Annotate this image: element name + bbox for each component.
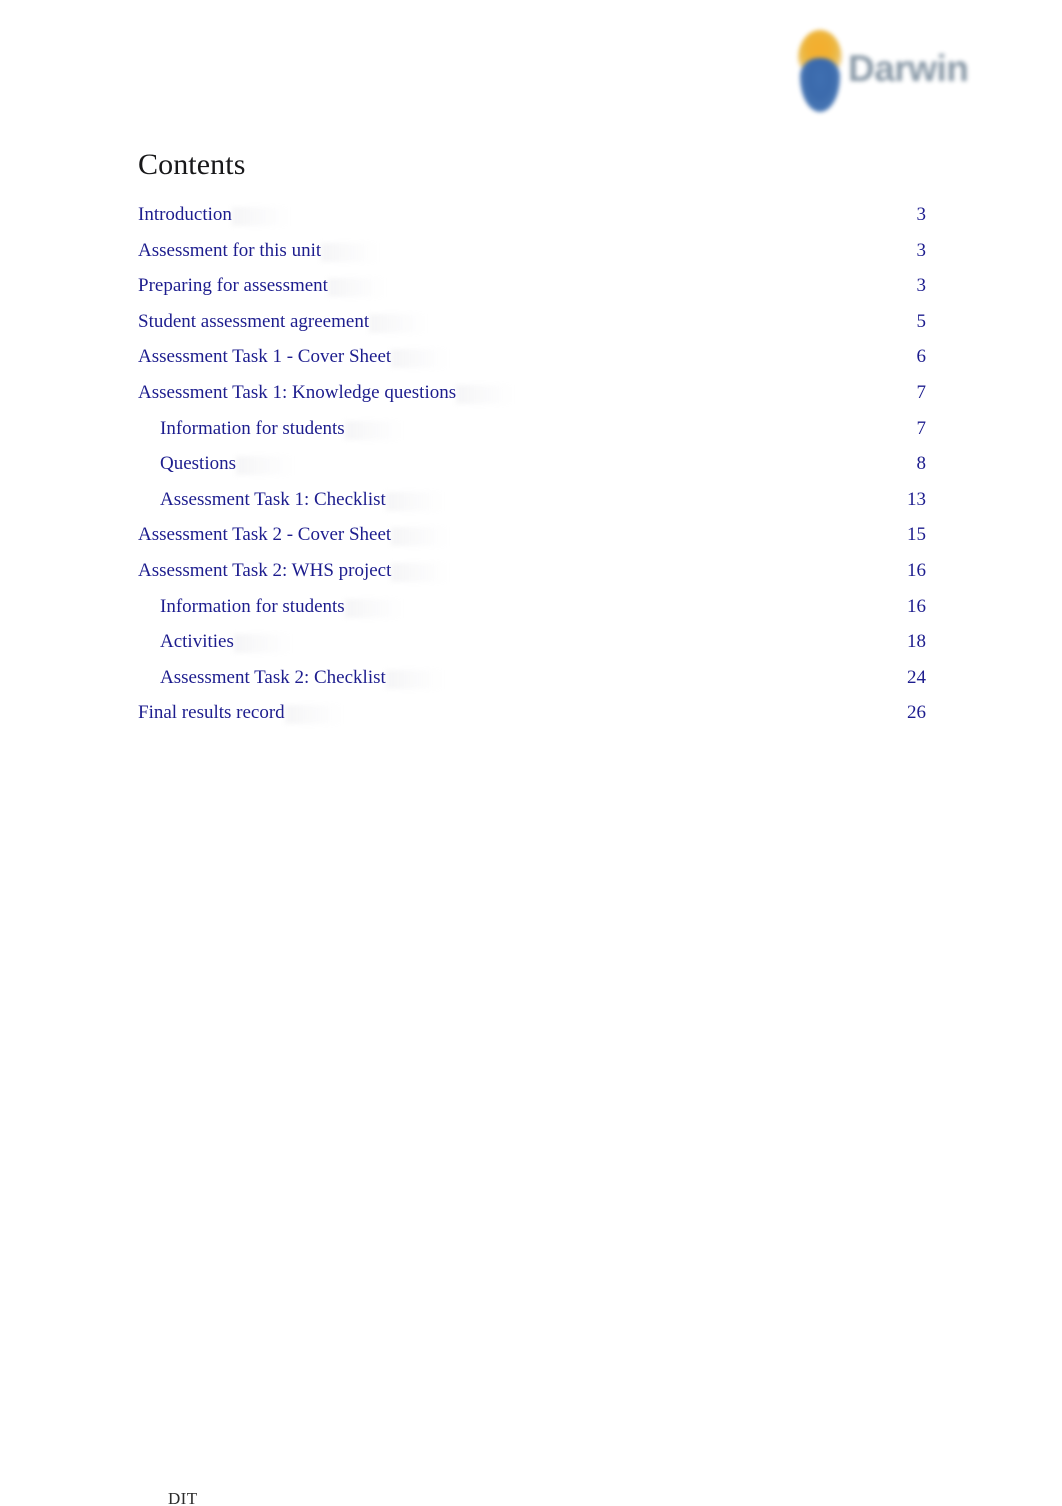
toc-entry-label[interactable]: Assessment Task 1: Knowledge questions bbox=[138, 382, 456, 404]
toc-entry-label[interactable]: Assessment for this unit bbox=[138, 240, 321, 262]
toc-entry[interactable]: Final results record 26 bbox=[138, 702, 926, 738]
table-of-contents: Introduction 3 Assessment for this unit 3 Pr… bbox=[138, 204, 926, 738]
toc-entry-label[interactable]: Final results record bbox=[138, 702, 285, 724]
toc-entry-page-number: 7 bbox=[916, 417, 927, 439]
toc-entry-page-number: 15 bbox=[907, 524, 926, 546]
logo-mark-icon bbox=[794, 30, 846, 114]
toc-entry-label[interactable]: Assessment Task 2: Checklist bbox=[160, 667, 386, 689]
toc-entry[interactable]: Assessment Task 2 - Cover Sheet 15 bbox=[138, 524, 926, 560]
toc-entry-label[interactable]: Introduction bbox=[138, 204, 232, 226]
toc-entry-page-number: 3 bbox=[916, 239, 927, 261]
toc-entry-label[interactable]: Assessment Task 1: Checklist bbox=[160, 489, 386, 511]
toc-entry-label[interactable]: Assessment Task 1 - Cover Sheet bbox=[138, 346, 391, 368]
toc-entry-label[interactable]: Activities bbox=[160, 631, 234, 653]
toc-entry-page-number: 7 bbox=[916, 381, 927, 403]
toc-entry-label[interactable]: Student assessment agreement bbox=[138, 311, 369, 333]
toc-entry-page-number: 16 bbox=[907, 595, 926, 617]
toc-entry-label[interactable]: Preparing for assessment bbox=[138, 275, 328, 297]
toc-entry-page-number: 3 bbox=[916, 275, 927, 297]
toc-entry[interactable]: Information for students 7 bbox=[138, 418, 926, 454]
toc-entry[interactable]: Assessment Task 1: Checklist 13 bbox=[138, 489, 926, 525]
toc-entry-page-number: 26 bbox=[907, 702, 926, 724]
toc-entry[interactable]: Assessment Task 2: WHS project 16 bbox=[138, 560, 926, 596]
toc-entry[interactable]: Activities 18 bbox=[138, 631, 926, 667]
toc-entry-label[interactable]: Assessment Task 2 - Cover Sheet bbox=[138, 524, 391, 546]
toc-entry[interactable]: Introduction 3 bbox=[138, 204, 926, 240]
toc-entry-page-number: 6 bbox=[916, 346, 927, 368]
toc-entry[interactable]: Questions 8 bbox=[138, 453, 926, 489]
toc-entry-label[interactable]: Assessment Task 2: WHS project bbox=[138, 560, 391, 582]
toc-entry[interactable]: Assessment Task 2: Checklist 24 bbox=[138, 667, 926, 703]
logo-wordmark: Darwin bbox=[848, 48, 969, 89]
toc-entry[interactable]: Student assessment agreement 5 bbox=[138, 311, 926, 347]
toc-entry-page-number: 16 bbox=[907, 559, 926, 581]
toc-entry-page-number: 18 bbox=[907, 631, 926, 653]
toc-entry[interactable]: Assessment Task 1 - Cover Sheet 6 bbox=[138, 346, 926, 382]
document-page: Darwin Contents Introduction 3 Assessment … bbox=[0, 0, 1062, 1506]
toc-entry-page-number: 13 bbox=[907, 488, 926, 510]
toc-entry[interactable]: Preparing for assessment 3 bbox=[138, 275, 926, 311]
toc-entry[interactable]: Assessment Task 1: Knowledge questions 7 bbox=[138, 382, 926, 418]
toc-entry-label[interactable]: Questions bbox=[160, 453, 236, 475]
organisation-logo: Darwin bbox=[790, 26, 1000, 126]
toc-entry-page-number: 24 bbox=[907, 666, 926, 688]
page-title: Contents bbox=[138, 148, 246, 181]
toc-entry-label[interactable]: Information for students bbox=[160, 596, 345, 618]
footer-text: DIT bbox=[168, 1489, 198, 1506]
toc-entry-page-number: 3 bbox=[916, 204, 927, 225]
toc-entry-label[interactable]: Information for students bbox=[160, 418, 345, 440]
toc-entry[interactable]: Assessment for this unit 3 bbox=[138, 240, 926, 276]
toc-entry-page-number: 8 bbox=[916, 453, 927, 475]
shield-icon bbox=[800, 58, 840, 112]
toc-entry[interactable]: Information for students 16 bbox=[138, 596, 926, 632]
toc-entry-page-number: 5 bbox=[916, 310, 927, 332]
